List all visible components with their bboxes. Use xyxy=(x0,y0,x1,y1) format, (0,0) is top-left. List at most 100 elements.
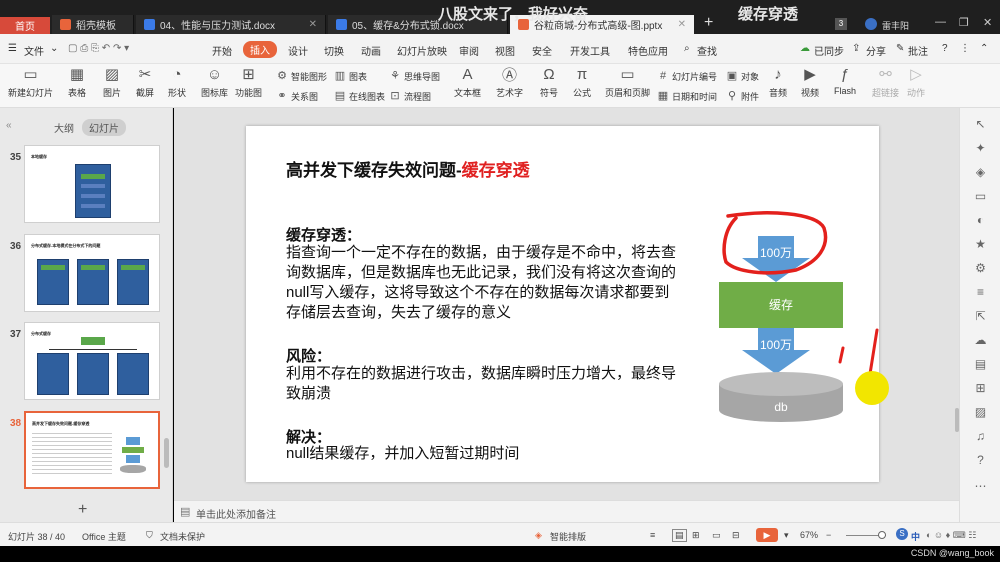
template-icon[interactable]: ▭ xyxy=(974,190,987,203)
paragraph-risk[interactable]: 利用不存在的数据进行攻击，数据库瞬时压力增大，最终导致崩溃 xyxy=(286,364,678,404)
close-icon[interactable]: ✕ xyxy=(303,19,317,30)
slide[interactable]: 高并发下缓存失效问题-缓存穿透 缓存穿透： 指查询一个一定不存在的数据，由于缓存… xyxy=(246,126,879,482)
settings-icon[interactable]: ⚙ xyxy=(974,262,987,275)
menu-slideshow[interactable]: 幻灯片放映 xyxy=(397,43,447,58)
symbol-button[interactable]: Ω 符号 xyxy=(540,66,558,99)
menu-security[interactable]: 安全 xyxy=(532,43,552,58)
header-footer-button[interactable]: ▭ 页眉和页脚 xyxy=(605,66,650,99)
tab-outline[interactable]: 大纲 xyxy=(54,120,74,135)
style-icon[interactable]: ◐ xyxy=(974,214,987,227)
video-button[interactable]: ▶ 视频 xyxy=(801,66,819,99)
menu-special[interactable]: 特色应用 xyxy=(628,43,668,58)
heading-risk[interactable]: 风险： xyxy=(286,345,331,366)
slide-thumb-37[interactable]: 分布式缓存 xyxy=(24,322,160,400)
menu-find[interactable]: 查找 xyxy=(697,43,717,58)
ime-mode[interactable]: 中 xyxy=(911,530,920,543)
table-button[interactable]: ▦ 表格 xyxy=(68,66,86,99)
theme-name[interactable]: Office 主题 xyxy=(82,530,126,543)
new-slide-button[interactable]: ▭ 新建幻灯片 xyxy=(8,66,53,99)
menu-devtools[interactable]: 开发工具 xyxy=(570,43,610,58)
window-count-badge[interactable]: 3 xyxy=(835,18,847,30)
sorter-view-icon[interactable]: ⊞ xyxy=(692,530,700,541)
tab-docer-templates[interactable]: 稻壳模板 xyxy=(52,15,134,34)
more-options-icon[interactable]: ⋯ xyxy=(974,480,987,493)
canvas-scrollbar[interactable] xyxy=(955,408,959,432)
more-icon[interactable]: ⋮ xyxy=(960,43,970,54)
object-button[interactable]: ▣ 对象 xyxy=(726,70,759,83)
audio-button[interactable]: ♪ 音频 xyxy=(769,66,787,99)
panel-scrollbar[interactable] xyxy=(164,438,169,468)
smart-art-button[interactable]: ⚙ 智能图形 xyxy=(276,70,327,83)
archive-icon[interactable]: ▤ xyxy=(974,358,987,371)
search-icon[interactable]: ⌕ xyxy=(684,43,690,54)
menu-view[interactable]: 视图 xyxy=(495,43,515,58)
notes-toggle-icon[interactable]: ≡ xyxy=(650,530,655,540)
play-slideshow-button[interactable]: ▶ xyxy=(756,528,778,542)
minimize-icon[interactable]: — xyxy=(935,16,946,28)
music-icon[interactable]: ♫ xyxy=(974,430,987,443)
tab-slides[interactable]: 幻灯片 xyxy=(82,119,126,136)
ime-toolbar-icons[interactable]: ◐ ☺ ♦ ⌨ ☷ xyxy=(926,530,976,541)
maximize-icon[interactable]: ❐ xyxy=(959,16,969,29)
wand-icon[interactable]: ✦ xyxy=(974,142,987,155)
menu-animation[interactable]: 动画 xyxy=(361,43,381,58)
collapse-ribbon-icon[interactable]: ⌃ xyxy=(980,43,988,54)
paragraph-definition[interactable]: 指查询一个一定不存在的数据，由于缓存是不命中，将去查询数据库，但是数据库也无此记… xyxy=(286,243,678,323)
slide-number-button[interactable]: # 幻灯片编号 xyxy=(657,70,717,83)
menu-review[interactable]: 审阅 xyxy=(459,43,479,58)
presenter-view-icon[interactable]: ⊟ xyxy=(732,530,740,541)
slide-title[interactable]: 高并发下缓存失效问题-缓存穿透 xyxy=(286,156,530,181)
doc-protection-status[interactable]: 文档未保护 xyxy=(160,530,205,543)
smart-layout-button[interactable]: 智能排版 xyxy=(550,530,586,543)
add-slide-button[interactable]: + xyxy=(78,501,87,519)
tab-home[interactable]: 首页 xyxy=(0,17,50,34)
relation-button[interactable]: ⚭ 关系图 xyxy=(276,90,318,103)
datetime-button[interactable]: ▦ 日期和时间 xyxy=(657,90,717,103)
formula-button[interactable]: π 公式 xyxy=(573,66,591,99)
animation-icon[interactable]: ★ xyxy=(974,238,987,251)
close-icon[interactable]: ✕ xyxy=(672,19,686,30)
paragraph-solution[interactable]: null结果缓存，并加入短暂过期时间 xyxy=(286,444,678,464)
shape-button[interactable]: ◔ 形状 xyxy=(168,66,186,99)
collapse-panel-icon[interactable]: « xyxy=(6,120,12,131)
cache-penetration-diagram[interactable]: 100万 缓存 100万 db xyxy=(706,210,879,482)
flash-button[interactable]: ƒ Flash xyxy=(834,66,856,97)
wordart-button[interactable]: Ⓐ 艺术字 xyxy=(496,66,523,99)
hamburger-icon[interactable]: ☰ xyxy=(8,43,17,54)
properties-icon[interactable]: ≡ xyxy=(974,286,987,299)
funcmap-button[interactable]: ⊞ 功能图 xyxy=(235,66,262,99)
action-button[interactable]: ▷ 动作 xyxy=(907,66,925,99)
dropdown-icon[interactable]: ⌄ xyxy=(50,43,58,54)
flowchart-button[interactable]: ⊡ 流程图 xyxy=(389,90,431,103)
menu-insert[interactable]: 插入 xyxy=(243,41,277,58)
menu-switch[interactable]: 切换 xyxy=(324,43,344,58)
cursor-tool-icon[interactable]: ↖ xyxy=(974,118,987,131)
reading-view-icon[interactable]: ▭ xyxy=(712,530,721,541)
notes-placeholder[interactable]: 单击此处添加备注 xyxy=(196,506,276,521)
layers-icon[interactable]: ◈ xyxy=(974,166,987,179)
attachment-button[interactable]: ⚲ 附件 xyxy=(726,90,759,103)
mindmap-button[interactable]: ⚘ 思维导图 xyxy=(389,70,440,83)
zoom-slider-handle[interactable] xyxy=(878,531,886,539)
image-button[interactable]: ▨ 图片 xyxy=(103,66,121,99)
textbox-button[interactable]: A 文本框 xyxy=(454,66,481,99)
help-icon[interactable]: ? xyxy=(974,454,987,467)
tab-doc-performance[interactable]: 04、性能与压力测试.docx ✕ xyxy=(136,15,326,34)
picture-icon[interactable]: ▨ xyxy=(974,406,987,419)
iconlib-button[interactable]: ☺ 图标库 xyxy=(201,66,228,99)
menu-share[interactable]: 分享 xyxy=(866,43,886,58)
zoom-level[interactable]: 67% xyxy=(800,530,818,540)
dropdown-icon[interactable]: ▾ xyxy=(784,530,789,541)
user-name[interactable]: 雷丰阳 xyxy=(882,19,909,32)
hyperlink-button[interactable]: ⚯ 超链接 xyxy=(872,66,899,99)
online-chart-button[interactable]: ▤ 在线图表 xyxy=(334,90,385,103)
resource-icon[interactable]: ⊞ xyxy=(974,382,987,395)
chart-button[interactable]: ▥ 图表 xyxy=(334,70,367,83)
heading-definition[interactable]: 缓存穿透： xyxy=(286,224,361,245)
menu-start[interactable]: 开始 xyxy=(212,43,232,58)
slide-thumb-35[interactable]: 本地缓存 xyxy=(24,145,160,223)
slide-thumb-36[interactable]: 分布式缓存-本地模式在分布式下的问题 xyxy=(24,234,160,312)
cloud-icon[interactable]: ☁ xyxy=(974,334,987,347)
menu-design[interactable]: 设计 xyxy=(288,43,308,58)
avatar[interactable] xyxy=(865,18,877,30)
